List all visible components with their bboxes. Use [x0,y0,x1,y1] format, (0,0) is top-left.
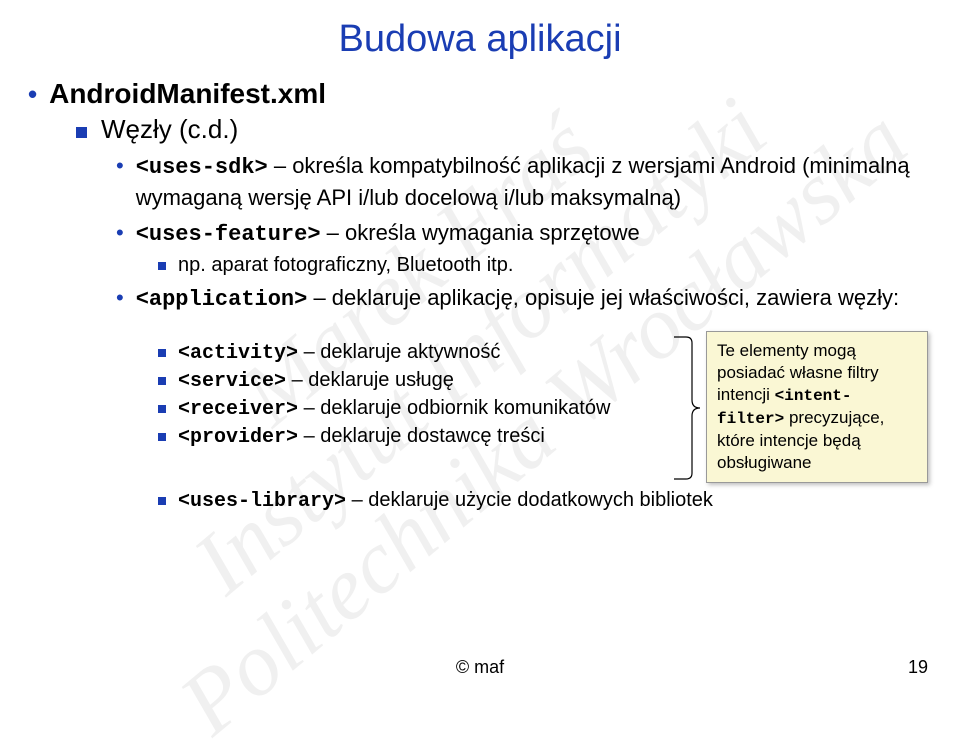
slide-title: Budowa aplikacji [0,18,960,61]
text-uses-feature-example: np. aparat fotograficzny, Bluetooth itp. [178,254,513,277]
heading2-text: Węzły (c.d.) [101,114,238,145]
text-uses-feature: – określa wymagania sprzętowe [321,220,640,245]
item-uses-feature-example: np. aparat fotograficzny, Bluetooth itp. [158,254,932,277]
item-uses-feature: • <uses-feature> – określa wymagania spr… [116,218,932,250]
item-uses-library: <uses-library> – deklaruje użycie dodatk… [158,489,932,513]
text-service: – deklaruje usługę [286,369,454,391]
tag-provider: <provider> [178,426,298,449]
bullet-dot-icon: • [116,218,124,248]
bullet-dot-icon: • [28,81,37,107]
bullet-square-small-icon [158,262,166,270]
bullet-square-small-icon [158,497,166,505]
heading1-text: AndroidManifest.xml [49,78,326,110]
bullet-square-icon [76,127,87,138]
tag-uses-feature: <uses-feature> [136,222,321,247]
tag-activity: <activity> [178,342,298,365]
bullet-square-small-icon [158,433,166,441]
text-application: – deklaruje aplikację, opisuje jej właśc… [307,285,899,310]
text-uses-library: – deklaruje użycie dodatkowych bibliotek [346,489,713,511]
tag-uses-library: <uses-library> [178,490,346,513]
bullet-square-small-icon [158,405,166,413]
text-activity: – deklaruje aktywność [298,341,500,363]
bracket-icon [672,335,702,481]
bullet-square-small-icon [158,349,166,357]
page-number: 19 [908,657,928,678]
heading-wezly: Węzły (c.d.) [76,114,932,145]
callout-box: Te elementy mogą posiadać własne filtry … [706,331,928,483]
application-children-cluster: <activity> – deklaruje aktywność <servic… [28,341,932,513]
text-provider: – deklaruje dostawcę treści [298,425,545,447]
bullet-dot-icon: • [116,283,124,313]
heading-androidmanifest: • AndroidManifest.xml [28,78,932,110]
text-receiver: – deklaruje odbiornik komunikatów [298,397,610,419]
item-application: • <application> – deklaruje aplikację, o… [116,283,932,315]
bullet-dot-icon: • [116,151,124,181]
tag-application: <application> [136,287,308,312]
slide-content: • AndroidManifest.xml Węzły (c.d.) • <us… [28,78,932,513]
tag-receiver: <receiver> [178,398,298,421]
footer-copyright: © maf [0,657,960,678]
bullet-square-small-icon [158,377,166,385]
item-uses-sdk: • <uses-sdk> – określa kompatybilność ap… [116,151,932,212]
tag-uses-sdk: <uses-sdk> [136,155,268,180]
tag-service: <service> [178,370,286,393]
